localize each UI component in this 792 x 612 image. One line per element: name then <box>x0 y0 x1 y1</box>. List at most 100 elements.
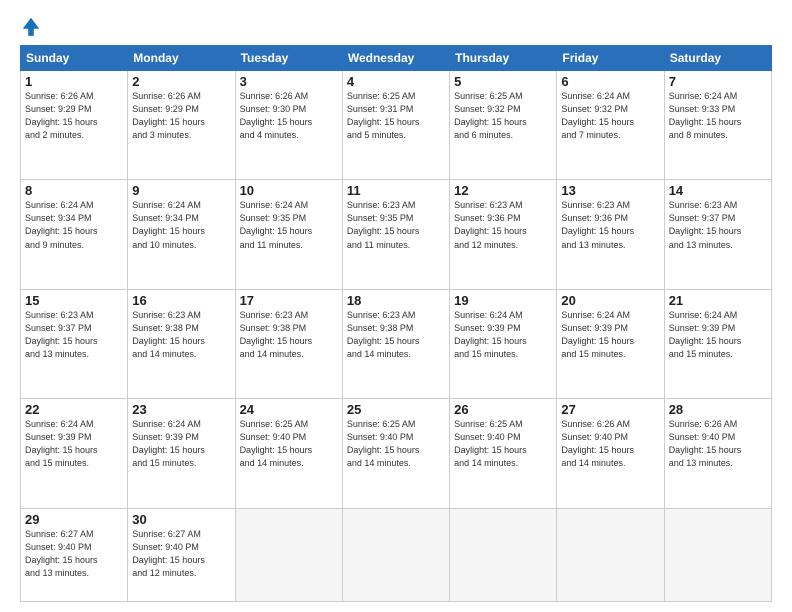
calendar-cell: 9Sunrise: 6:24 AM Sunset: 9:34 PM Daylig… <box>128 180 235 289</box>
day-number: 22 <box>25 402 123 417</box>
calendar-cell <box>557 508 664 602</box>
day-number: 17 <box>240 293 338 308</box>
calendar-cell: 21Sunrise: 6:24 AM Sunset: 9:39 PM Dayli… <box>664 289 771 398</box>
day-info: Sunrise: 6:23 AM Sunset: 9:38 PM Dayligh… <box>132 309 230 361</box>
calendar-cell <box>450 508 557 602</box>
day-number: 28 <box>669 402 767 417</box>
day-number: 7 <box>669 74 767 89</box>
day-number: 18 <box>347 293 445 308</box>
day-number: 12 <box>454 183 552 198</box>
calendar-cell: 30Sunrise: 6:27 AM Sunset: 9:40 PM Dayli… <box>128 508 235 602</box>
calendar-cell: 8Sunrise: 6:24 AM Sunset: 9:34 PM Daylig… <box>21 180 128 289</box>
day-info: Sunrise: 6:25 AM Sunset: 9:40 PM Dayligh… <box>347 418 445 470</box>
col-header-tuesday: Tuesday <box>235 46 342 71</box>
day-info: Sunrise: 6:27 AM Sunset: 9:40 PM Dayligh… <box>25 528 123 580</box>
day-info: Sunrise: 6:24 AM Sunset: 9:33 PM Dayligh… <box>669 90 767 142</box>
day-number: 14 <box>669 183 767 198</box>
day-number: 3 <box>240 74 338 89</box>
calendar-week-5: 29Sunrise: 6:27 AM Sunset: 9:40 PM Dayli… <box>21 508 772 602</box>
calendar-week-3: 15Sunrise: 6:23 AM Sunset: 9:37 PM Dayli… <box>21 289 772 398</box>
col-header-monday: Monday <box>128 46 235 71</box>
calendar-week-2: 8Sunrise: 6:24 AM Sunset: 9:34 PM Daylig… <box>21 180 772 289</box>
day-info: Sunrise: 6:25 AM Sunset: 9:32 PM Dayligh… <box>454 90 552 142</box>
calendar-cell: 13Sunrise: 6:23 AM Sunset: 9:36 PM Dayli… <box>557 180 664 289</box>
day-info: Sunrise: 6:24 AM Sunset: 9:35 PM Dayligh… <box>240 199 338 251</box>
calendar-cell <box>664 508 771 602</box>
day-number: 8 <box>25 183 123 198</box>
day-info: Sunrise: 6:25 AM Sunset: 9:31 PM Dayligh… <box>347 90 445 142</box>
day-number: 27 <box>561 402 659 417</box>
calendar-cell: 27Sunrise: 6:26 AM Sunset: 9:40 PM Dayli… <box>557 399 664 508</box>
day-number: 24 <box>240 402 338 417</box>
day-number: 13 <box>561 183 659 198</box>
day-info: Sunrise: 6:26 AM Sunset: 9:29 PM Dayligh… <box>25 90 123 142</box>
calendar-cell: 18Sunrise: 6:23 AM Sunset: 9:38 PM Dayli… <box>342 289 449 398</box>
calendar-cell: 14Sunrise: 6:23 AM Sunset: 9:37 PM Dayli… <box>664 180 771 289</box>
day-number: 11 <box>347 183 445 198</box>
calendar-cell: 22Sunrise: 6:24 AM Sunset: 9:39 PM Dayli… <box>21 399 128 508</box>
calendar-cell: 19Sunrise: 6:24 AM Sunset: 9:39 PM Dayli… <box>450 289 557 398</box>
day-number: 19 <box>454 293 552 308</box>
day-number: 10 <box>240 183 338 198</box>
calendar-cell: 2Sunrise: 6:26 AM Sunset: 9:29 PM Daylig… <box>128 71 235 180</box>
day-info: Sunrise: 6:23 AM Sunset: 9:37 PM Dayligh… <box>25 309 123 361</box>
day-number: 25 <box>347 402 445 417</box>
page: SundayMondayTuesdayWednesdayThursdayFrid… <box>0 0 792 612</box>
calendar-cell: 4Sunrise: 6:25 AM Sunset: 9:31 PM Daylig… <box>342 71 449 180</box>
day-number: 29 <box>25 512 123 527</box>
day-info: Sunrise: 6:25 AM Sunset: 9:40 PM Dayligh… <box>240 418 338 470</box>
calendar-cell: 10Sunrise: 6:24 AM Sunset: 9:35 PM Dayli… <box>235 180 342 289</box>
col-header-friday: Friday <box>557 46 664 71</box>
calendar-header-row: SundayMondayTuesdayWednesdayThursdayFrid… <box>21 46 772 71</box>
day-info: Sunrise: 6:23 AM Sunset: 9:38 PM Dayligh… <box>347 309 445 361</box>
day-number: 6 <box>561 74 659 89</box>
day-info: Sunrise: 6:26 AM Sunset: 9:29 PM Dayligh… <box>132 90 230 142</box>
calendar-cell: 15Sunrise: 6:23 AM Sunset: 9:37 PM Dayli… <box>21 289 128 398</box>
day-info: Sunrise: 6:26 AM Sunset: 9:40 PM Dayligh… <box>561 418 659 470</box>
logo-icon <box>20 15 42 37</box>
calendar-cell <box>342 508 449 602</box>
col-header-sunday: Sunday <box>21 46 128 71</box>
calendar-cell: 6Sunrise: 6:24 AM Sunset: 9:32 PM Daylig… <box>557 71 664 180</box>
day-info: Sunrise: 6:27 AM Sunset: 9:40 PM Dayligh… <box>132 528 230 580</box>
calendar-cell: 23Sunrise: 6:24 AM Sunset: 9:39 PM Dayli… <box>128 399 235 508</box>
calendar-cell: 12Sunrise: 6:23 AM Sunset: 9:36 PM Dayli… <box>450 180 557 289</box>
col-header-saturday: Saturday <box>664 46 771 71</box>
day-info: Sunrise: 6:23 AM Sunset: 9:36 PM Dayligh… <box>561 199 659 251</box>
calendar-cell: 26Sunrise: 6:25 AM Sunset: 9:40 PM Dayli… <box>450 399 557 508</box>
logo <box>20 15 46 37</box>
day-info: Sunrise: 6:23 AM Sunset: 9:35 PM Dayligh… <box>347 199 445 251</box>
day-info: Sunrise: 6:23 AM Sunset: 9:37 PM Dayligh… <box>669 199 767 251</box>
day-info: Sunrise: 6:24 AM Sunset: 9:34 PM Dayligh… <box>132 199 230 251</box>
calendar-cell: 20Sunrise: 6:24 AM Sunset: 9:39 PM Dayli… <box>557 289 664 398</box>
day-number: 2 <box>132 74 230 89</box>
day-info: Sunrise: 6:24 AM Sunset: 9:39 PM Dayligh… <box>669 309 767 361</box>
day-info: Sunrise: 6:24 AM Sunset: 9:39 PM Dayligh… <box>561 309 659 361</box>
day-number: 26 <box>454 402 552 417</box>
col-header-wednesday: Wednesday <box>342 46 449 71</box>
day-info: Sunrise: 6:24 AM Sunset: 9:34 PM Dayligh… <box>25 199 123 251</box>
calendar-cell: 17Sunrise: 6:23 AM Sunset: 9:38 PM Dayli… <box>235 289 342 398</box>
calendar-cell: 16Sunrise: 6:23 AM Sunset: 9:38 PM Dayli… <box>128 289 235 398</box>
calendar-cell: 28Sunrise: 6:26 AM Sunset: 9:40 PM Dayli… <box>664 399 771 508</box>
day-info: Sunrise: 6:25 AM Sunset: 9:40 PM Dayligh… <box>454 418 552 470</box>
day-number: 5 <box>454 74 552 89</box>
day-number: 1 <box>25 74 123 89</box>
calendar-week-1: 1Sunrise: 6:26 AM Sunset: 9:29 PM Daylig… <box>21 71 772 180</box>
calendar-cell: 5Sunrise: 6:25 AM Sunset: 9:32 PM Daylig… <box>450 71 557 180</box>
day-info: Sunrise: 6:26 AM Sunset: 9:40 PM Dayligh… <box>669 418 767 470</box>
calendar-cell <box>235 508 342 602</box>
calendar-cell: 25Sunrise: 6:25 AM Sunset: 9:40 PM Dayli… <box>342 399 449 508</box>
calendar-cell: 1Sunrise: 6:26 AM Sunset: 9:29 PM Daylig… <box>21 71 128 180</box>
calendar-cell: 24Sunrise: 6:25 AM Sunset: 9:40 PM Dayli… <box>235 399 342 508</box>
day-info: Sunrise: 6:24 AM Sunset: 9:39 PM Dayligh… <box>25 418 123 470</box>
day-info: Sunrise: 6:26 AM Sunset: 9:30 PM Dayligh… <box>240 90 338 142</box>
col-header-thursday: Thursday <box>450 46 557 71</box>
day-info: Sunrise: 6:23 AM Sunset: 9:38 PM Dayligh… <box>240 309 338 361</box>
day-info: Sunrise: 6:24 AM Sunset: 9:39 PM Dayligh… <box>454 309 552 361</box>
day-info: Sunrise: 6:24 AM Sunset: 9:32 PM Dayligh… <box>561 90 659 142</box>
day-number: 20 <box>561 293 659 308</box>
day-info: Sunrise: 6:23 AM Sunset: 9:36 PM Dayligh… <box>454 199 552 251</box>
day-number: 23 <box>132 402 230 417</box>
header <box>20 15 772 37</box>
